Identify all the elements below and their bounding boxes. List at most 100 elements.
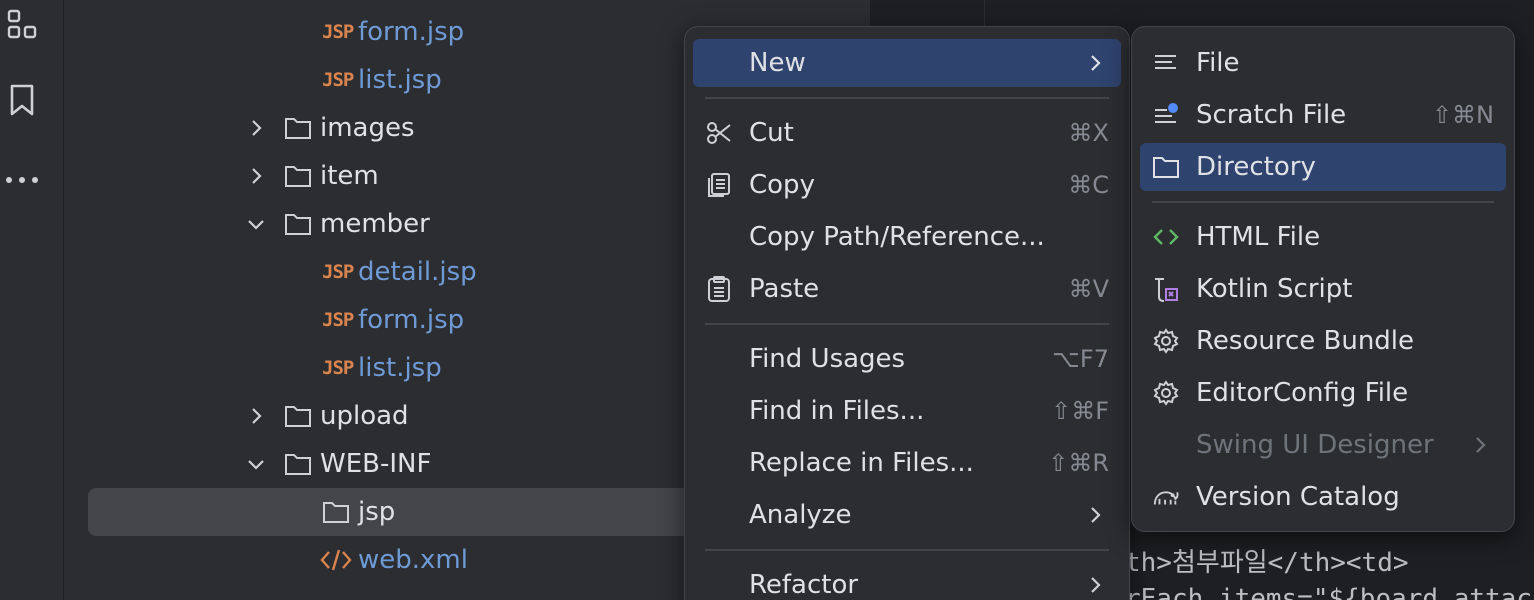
chevron-down-icon[interactable] — [246, 214, 266, 234]
menu-separator — [705, 323, 1109, 325]
menu-item-label: Resource Bundle — [1196, 326, 1415, 356]
submenu-item-scratch-file[interactable]: Scratch File ⇧⌘N — [1140, 91, 1506, 139]
menu-item-replace-in-files[interactable]: Replace in Files... ⇧⌘R — [693, 439, 1121, 487]
jsp-file-icon: JSP — [322, 21, 354, 43]
tree-row-label: detail.jsp — [358, 257, 477, 287]
menu-item-new[interactable]: New — [693, 39, 1121, 87]
menu-item-label: File — [1196, 48, 1240, 78]
menu-item-refactor[interactable]: Refactor — [693, 561, 1121, 600]
menu-item-label: Scratch File — [1196, 100, 1347, 130]
tree-row-label: list.jsp — [358, 65, 442, 95]
menu-item-shortcut: ⌘V — [1068, 275, 1109, 303]
menu-item-analyze[interactable]: Analyze — [693, 491, 1121, 539]
copy-icon — [708, 173, 730, 197]
more-icon[interactable] — [4, 162, 40, 198]
folder-icon — [1153, 157, 1179, 178]
scratch-file-icon — [1155, 103, 1178, 123]
gear-icon — [1153, 380, 1179, 406]
menu-item-shortcut: ⌘C — [1068, 171, 1109, 199]
scissors-icon — [707, 122, 731, 144]
chevron-right-icon — [1091, 577, 1101, 593]
folder-icon — [285, 118, 311, 139]
tree-row-label: member — [320, 209, 430, 239]
submenu-item-resource-bundle[interactable]: Resource Bundle — [1140, 317, 1506, 365]
jsp-file-icon: JSP — [322, 309, 354, 331]
new-submenu: File Scratch File ⇧⌘N Directory HTML Fil… — [1131, 26, 1515, 532]
jsp-file-icon: JSP — [322, 357, 354, 379]
tree-row-label: form.jsp — [358, 305, 465, 335]
menu-item-label: New — [749, 48, 806, 78]
kotlin-script-icon — [1155, 278, 1178, 302]
menu-item-copy[interactable]: Copy ⌘C — [693, 161, 1121, 209]
menu-item-label: Refactor — [749, 570, 859, 600]
folder-icon — [285, 454, 311, 475]
menu-separator — [1152, 201, 1494, 203]
menu-item-label: Copy — [749, 170, 815, 200]
submenu-item-kotlin-script[interactable]: Kotlin Script — [1140, 265, 1506, 313]
tool-window-strip — [0, 0, 64, 600]
text-file-icon — [1155, 55, 1176, 69]
menu-item-shortcut: ⇧⌘R — [1048, 449, 1109, 477]
structure-icon[interactable] — [4, 6, 40, 42]
menu-item-label: Directory — [1196, 152, 1316, 182]
menu-item-label: Copy Path/Reference... — [749, 222, 1045, 252]
chevron-right-icon — [1476, 437, 1486, 453]
code-line: th>첨부파일</th><td> — [1125, 548, 1409, 578]
menu-separator — [705, 549, 1109, 551]
menu-separator — [705, 97, 1109, 99]
menu-item-label: EditorConfig File — [1196, 378, 1409, 408]
menu-item-label: Kotlin Script — [1196, 274, 1353, 304]
code-line: rEach items="${board.attach — [1125, 584, 1534, 600]
folder-icon — [285, 166, 311, 187]
menu-item-find-in-files[interactable]: Find in Files... ⇧⌘F — [693, 387, 1121, 435]
chevron-right-icon — [1091, 507, 1101, 523]
folder-icon — [285, 214, 311, 235]
bookmark-icon[interactable] — [4, 82, 40, 118]
menu-item-label: HTML File — [1196, 222, 1321, 252]
menu-item-label: Swing UI Designer — [1196, 430, 1434, 460]
tree-row-label: jsp — [358, 497, 396, 527]
folder-icon — [285, 406, 311, 427]
chevron-right-icon[interactable] — [246, 118, 266, 138]
menu-item-shortcut: ⇧⌘N — [1431, 101, 1494, 129]
chevron-right-icon[interactable] — [246, 166, 266, 186]
tree-row-label: web.xml — [358, 545, 468, 575]
menu-item-label: Replace in Files... — [749, 448, 974, 478]
menu-item-shortcut: ⇧⌘F — [1051, 397, 1109, 425]
tree-row-label: WEB-INF — [320, 449, 432, 479]
submenu-item-version-catalog[interactable]: Version Catalog — [1140, 473, 1506, 521]
tree-row-label: form.jsp — [358, 17, 465, 47]
gradle-elephant-icon — [1153, 491, 1179, 505]
menu-item-find-usages[interactable]: Find Usages ⌥F7 — [693, 335, 1121, 383]
clipboard-icon — [708, 276, 730, 302]
menu-item-label: Version Catalog — [1196, 482, 1400, 512]
menu-item-label: Find Usages — [749, 344, 906, 374]
chevron-down-icon[interactable] — [246, 454, 266, 474]
tree-row-label: item — [320, 161, 379, 191]
submenu-item-directory[interactable]: Directory — [1140, 143, 1506, 191]
tree-row-label: images — [320, 113, 415, 143]
menu-item-paste[interactable]: Paste ⌘V — [693, 265, 1121, 313]
menu-item-label: Find in Files... — [749, 396, 925, 426]
context-menu: New Cut ⌘X Copy ⌘C Copy Path/Reference..… — [684, 26, 1130, 600]
gear-icon — [1153, 328, 1179, 354]
menu-item-shortcut: ⌘X — [1068, 119, 1109, 147]
chevron-right-icon — [1091, 55, 1101, 71]
jsp-file-icon: JSP — [322, 261, 354, 283]
menu-item-cut[interactable]: Cut ⌘X — [693, 109, 1121, 157]
menu-item-label: Cut — [749, 118, 794, 148]
chevron-right-icon[interactable] — [246, 406, 266, 426]
tree-row-label: upload — [320, 401, 409, 431]
submenu-item-file[interactable]: File — [1140, 39, 1506, 87]
menu-item-label: Paste — [749, 274, 820, 304]
menu-item-shortcut: ⌥F7 — [1052, 345, 1109, 373]
submenu-item-editorconfig-file[interactable]: EditorConfig File — [1140, 369, 1506, 417]
folder-icon — [323, 502, 349, 523]
submenu-item-swing-ui-designer: Swing UI Designer — [1140, 421, 1506, 469]
html-file-icon — [1153, 229, 1179, 245]
menu-item-copy-path[interactable]: Copy Path/Reference... — [693, 213, 1121, 261]
xml-file-icon — [320, 549, 352, 571]
tree-row-label: list.jsp — [358, 353, 442, 383]
menu-item-label: Analyze — [749, 500, 852, 530]
submenu-item-html-file[interactable]: HTML File — [1140, 213, 1506, 261]
